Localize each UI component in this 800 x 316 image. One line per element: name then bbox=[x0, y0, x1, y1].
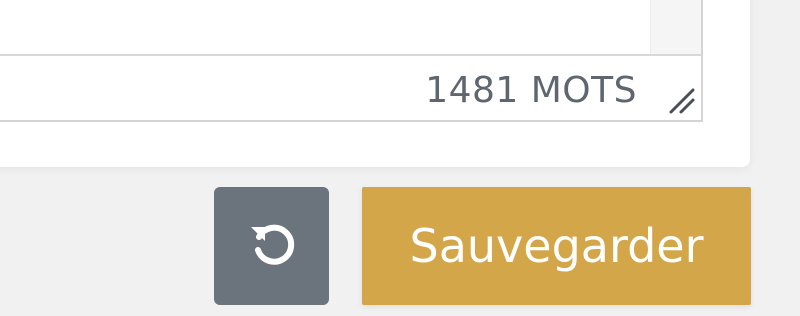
text-editor[interactable]: 1481 MOTS bbox=[0, 0, 703, 122]
resize-handle-icon[interactable] bbox=[667, 86, 695, 114]
save-button[interactable]: Sauvegarder bbox=[362, 187, 751, 305]
editor-status-bar: 1481 MOTS bbox=[0, 56, 701, 120]
word-count: 1481 MOTS bbox=[425, 70, 637, 111]
reset-button[interactable] bbox=[214, 187, 329, 305]
editor-card: 1481 MOTS bbox=[0, 0, 750, 167]
editor-content-area[interactable] bbox=[0, 0, 701, 56]
editor-scrollbar[interactable] bbox=[650, 0, 701, 54]
undo-icon bbox=[245, 217, 299, 275]
